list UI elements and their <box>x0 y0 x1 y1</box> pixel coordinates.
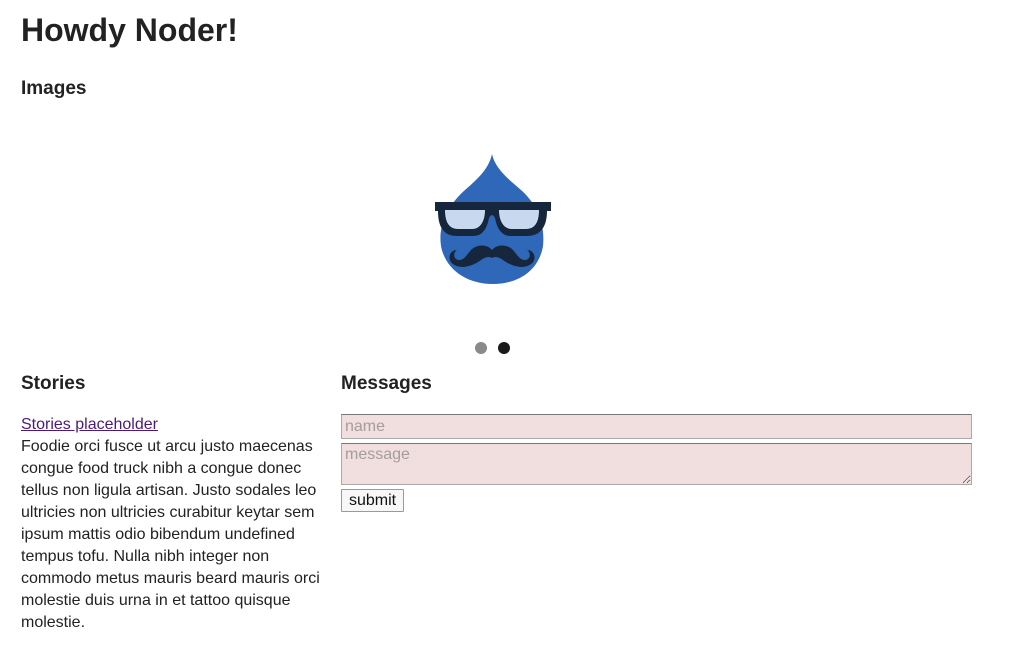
name-input[interactable] <box>341 414 972 439</box>
messages-heading: Messages <box>341 373 432 394</box>
image-carousel <box>21 112 971 362</box>
carousel-pager <box>21 342 971 356</box>
images-heading: Images <box>21 78 87 99</box>
drupal-drop-glasses-mustache-icon[interactable] <box>435 154 551 286</box>
messages-form: submit <box>341 414 973 512</box>
stories-heading: Stories <box>21 373 86 394</box>
stories-placeholder-link[interactable]: Stories placeholder <box>21 414 321 436</box>
message-textarea[interactable] <box>341 443 972 485</box>
left-lens <box>445 210 485 229</box>
stories-section: Stories placeholder Foodie orci fusce ut… <box>21 414 321 634</box>
carousel-dot-2-active[interactable] <box>498 342 510 354</box>
right-lens <box>499 210 539 229</box>
page-title: Howdy Noder! <box>21 12 238 48</box>
carousel-dot-1[interactable] <box>475 342 487 354</box>
submit-button[interactable]: submit <box>341 489 405 512</box>
stories-body-text: Foodie orci fusce ut arcu justo maecenas… <box>21 438 320 631</box>
